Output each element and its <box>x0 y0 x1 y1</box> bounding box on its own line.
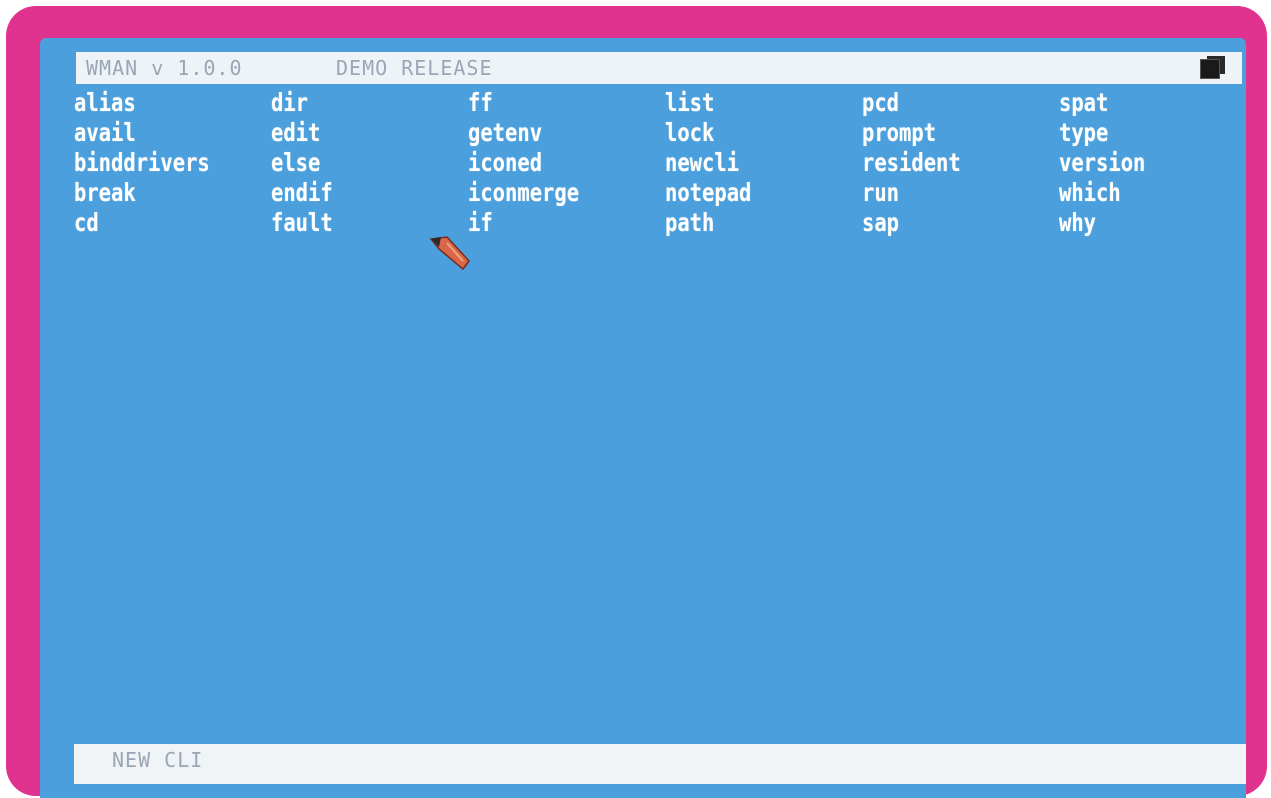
list-item: pcd <box>862 88 900 117</box>
list-item: cd <box>74 208 99 237</box>
list-item: run <box>862 178 900 207</box>
status-text: NEW CLI <box>112 748 204 772</box>
list-item: fault <box>271 208 333 237</box>
list-item: if <box>468 208 493 237</box>
window-title: WMAN v 1.0.0 <box>86 56 243 80</box>
list-item: endif <box>271 178 333 207</box>
status-bar[interactable]: NEW CLI <box>74 744 1246 784</box>
depth-gadget-icon[interactable] <box>1200 59 1220 79</box>
list-item: binddrivers <box>74 148 210 177</box>
list-item: resident <box>862 148 961 177</box>
mouse-pointer-icon <box>429 236 470 271</box>
screen: WMAN v 1.0.0 DEMO RELEASE alias avail bi… <box>40 38 1246 798</box>
list-item: why <box>1059 208 1097 237</box>
list-item: dir <box>271 88 309 117</box>
list-item: getenv <box>468 118 543 147</box>
list-item: spat <box>1059 88 1109 117</box>
list-item: which <box>1059 178 1121 207</box>
list-item: else <box>271 148 321 177</box>
window-subtitle: DEMO RELEASE <box>336 56 493 80</box>
list-item: sap <box>862 208 900 237</box>
list-item: newcli <box>665 148 740 177</box>
list-item: iconed <box>468 148 543 177</box>
list-item: prompt <box>862 118 937 147</box>
list-item: alias <box>74 88 136 117</box>
list-item: break <box>74 178 136 207</box>
list-item: version <box>1059 148 1146 177</box>
list-item: path <box>665 208 715 237</box>
monitor-bezel: WMAN v 1.0.0 DEMO RELEASE alias avail bi… <box>6 6 1267 798</box>
list-item: type <box>1059 118 1109 147</box>
title-bar[interactable]: WMAN v 1.0.0 DEMO RELEASE <box>76 52 1242 84</box>
command-listing: alias avail binddrivers break cd dir edi… <box>74 88 1224 238</box>
list-item: edit <box>271 118 321 147</box>
list-item: avail <box>74 118 136 147</box>
list-item: iconmerge <box>468 178 580 207</box>
list-item: list <box>665 88 715 117</box>
list-item: notepad <box>665 178 752 207</box>
list-item: lock <box>665 118 715 147</box>
list-item: ff <box>468 88 493 117</box>
